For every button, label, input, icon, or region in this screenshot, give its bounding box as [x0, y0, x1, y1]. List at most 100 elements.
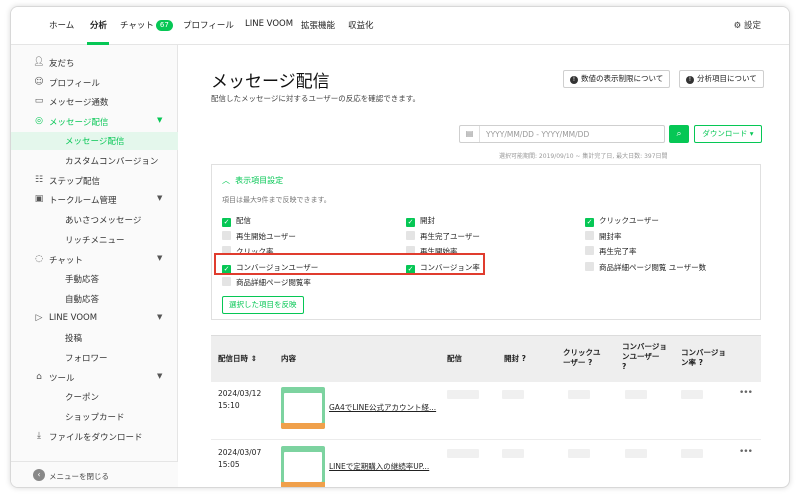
checkbox-play-complete-users[interactable]: 再生完了ユーザー	[406, 231, 480, 242]
checkbox-play-complete-rate[interactable]: 再生完了率	[585, 246, 637, 257]
sidebar-subitem-message-delivery[interactable]: メッセージ配信	[11, 132, 178, 150]
header-line: コンバージョ	[622, 342, 667, 351]
sidebar-item-step-delivery[interactable]: ☷ ステップ配信	[11, 172, 178, 190]
more-options-icon[interactable]: •••	[739, 447, 753, 457]
info-icon: !	[686, 76, 694, 84]
tab-profile[interactable]: プロフィール	[183, 19, 234, 31]
sidebar-subitem-custom-conversion[interactable]: カスタムコンバージョン	[11, 152, 178, 170]
sidebar-item-line-voom[interactable]: ▷ LINE VOOM ▼	[11, 310, 178, 328]
sidebar-item-message-delivery[interactable]: ◎ メッセージ配信 ▼	[11, 113, 178, 131]
settings-link[interactable]: ⚙ 設定	[734, 19, 761, 31]
sidebar-item-label: トークルーム管理	[49, 196, 117, 206]
sidebar-subitem-coupons[interactable]: クーポン	[11, 388, 178, 406]
checkbox-click-users[interactable]: ✓ クリックユーザー	[585, 215, 659, 227]
column-header-content: 内容	[281, 354, 296, 363]
sidebar-item-label: チャット	[49, 256, 83, 266]
checkbox-play-start-users[interactable]: 再生開始ユーザー	[222, 231, 296, 242]
redacted-value	[447, 390, 479, 399]
message-title-link[interactable]: LINEで定期購入の継続率UP...	[329, 461, 429, 472]
checkmark-icon: ✓	[585, 218, 594, 227]
sidebar-subitem-rich-menu[interactable]: リッチメニュー	[11, 231, 178, 249]
checkbox-open[interactable]: ✓ 開封	[406, 215, 435, 227]
checkbox-label: 配信	[236, 216, 251, 225]
chat-count-badge: 67	[155, 20, 173, 31]
row-time: 15:05	[218, 460, 240, 469]
column-header-conversion-users: コンバージョ ンユーザー?	[622, 342, 667, 372]
tab-monetization[interactable]: 収益化	[348, 19, 374, 31]
download-button[interactable]: ダウンロード ▾	[694, 125, 762, 143]
header-line: ン率 ?	[681, 358, 703, 367]
message-title-link[interactable]: GA4でLINE公式アカウント経...	[329, 402, 436, 413]
sidebar-item-profile[interactable]: ☺ プロフィール	[11, 74, 178, 92]
checkbox-box	[406, 231, 415, 240]
checkmark-icon: ✓	[222, 218, 231, 227]
tab-extensions[interactable]: 拡張機能	[301, 19, 335, 31]
sidebar-item-download-files[interactable]: ⤓ ファイルをダウンロード	[11, 428, 178, 446]
step-icon: ☷	[34, 175, 44, 185]
apply-selection-button[interactable]: 選択した項目を反映	[222, 296, 304, 314]
sidebar-item-talk-room[interactable]: ▣ トークルーム管理 ▼	[11, 191, 178, 209]
tab-line-voom[interactable]: LINE VOOM	[245, 19, 293, 29]
analytics-items-info-button[interactable]: ! 分析項目について	[679, 70, 764, 88]
sidebar-item-friends[interactable]: 👤︎ 友だち	[11, 54, 178, 72]
tab-analytics[interactable]: 分析	[90, 19, 107, 31]
table-row[interactable]: 2024/03/12 15:10 GA4でLINE公式アカウント経... •••	[211, 382, 761, 440]
column-header-date[interactable]: 配信日時 ⇕	[218, 354, 257, 364]
chevron-up-icon: ︿	[222, 176, 230, 185]
button-label: 数値の表示制限について	[581, 74, 664, 83]
header-line: ?	[622, 362, 627, 371]
sidebar-item-label: ファイルをダウンロード	[49, 433, 143, 443]
sidebar-item-message-count[interactable]: ▭ メッセージ通数	[11, 93, 178, 111]
sidebar-subitem-manual-reply[interactable]: 手動応答	[11, 270, 178, 288]
chevron-down-icon: ▼	[157, 194, 163, 202]
message-thumbnail[interactable]	[281, 446, 325, 487]
profile-icon: ☺	[34, 77, 44, 87]
messages-table: 配信日時 ⇕ 内容 配信 開封 ? クリックユ ーザー ? コンバージョ ンユーザー…	[211, 335, 761, 487]
app-window: ホーム 分析 チャット 67 プロフィール LINE VOOM 拡張機能 収益化 …	[10, 6, 790, 488]
sidebar-item-chat[interactable]: ◌ チャット ▼	[11, 251, 178, 269]
table-header: 配信日時 ⇕ 内容 配信 開封 ? クリックユ ーザー ? コンバージョ ンユーザー…	[211, 335, 761, 382]
sidebar-subitem-posts[interactable]: 投稿	[11, 329, 178, 347]
main-content: メッセージ配信 配信したメッセージに対するユーザーの反応を確認できます。 ! 数値…	[179, 45, 789, 487]
sidebar-item-label: メッセージ通数	[49, 98, 109, 108]
message-thumbnail[interactable]	[281, 387, 325, 429]
sidebar-subitem-auto-reply[interactable]: 自動応答	[11, 290, 178, 308]
checkbox-product-view-users[interactable]: 商品詳細ページ閲覧 ユーザー数	[585, 262, 706, 273]
sidebar-item-label: あいさつメッセージ	[65, 216, 142, 226]
checkbox-label: 再生完了率	[599, 247, 637, 256]
info-icon: !	[570, 76, 578, 84]
checkbox-label: 開封	[420, 216, 435, 225]
checkbox-label: 再生開始ユーザー	[236, 232, 296, 241]
redacted-value	[625, 390, 647, 399]
checkbox-delivery[interactable]: ✓ 配信	[222, 215, 251, 227]
person-add-icon: 👤︎	[33, 57, 45, 67]
table-row[interactable]: 2024/03/07 15:05 LINEで定期購入の継続率UP... •••	[211, 441, 761, 487]
tab-chat[interactable]: チャット 67	[120, 19, 173, 31]
sidebar-subitem-greeting[interactable]: あいさつメッセージ	[11, 211, 178, 229]
sidebar-item-tools[interactable]: ⌂ ツール ▼	[11, 369, 178, 387]
sidebar-subitem-shop-card[interactable]: ショップカード	[11, 408, 178, 426]
date-range-input[interactable]: ▤ YYYY/MM/DD - YYYY/MM/DD	[459, 125, 665, 143]
checkbox-label: 再生完了ユーザー	[420, 232, 480, 241]
download-icon: ⤓	[37, 431, 41, 441]
checkbox-open-rate[interactable]: 開封率	[585, 231, 622, 242]
display-settings-toggle[interactable]: ︿ 表示項目設定	[222, 175, 283, 186]
redacted-value	[681, 449, 703, 458]
display-limit-info-button[interactable]: ! 数値の表示制限について	[563, 70, 671, 88]
sidebar-subitem-followers[interactable]: フォロワー	[11, 349, 178, 367]
sidebar-item-label: プロフィール	[49, 79, 100, 89]
row-date: 2024/03/12	[218, 389, 262, 398]
room-icon: ▣	[34, 194, 44, 204]
search-icon: ⌕	[676, 129, 682, 139]
page-title: メッセージ配信	[211, 72, 330, 92]
close-menu-label: メニューを閉じる	[49, 472, 109, 481]
row-time: 15:10	[218, 401, 240, 410]
checkbox-label: 開封率	[599, 232, 622, 241]
more-options-icon[interactable]: •••	[739, 388, 753, 398]
chevron-down-icon: ▼	[157, 116, 163, 124]
close-menu-button[interactable]: ‹ メニューを閉じる	[11, 461, 178, 487]
column-header-conversion-rate: コンバージョ ン率 ?	[681, 348, 726, 368]
search-button[interactable]: ⌕	[669, 125, 689, 143]
checkbox-product-view-rate[interactable]: 商品詳細ページ閲覧率	[222, 277, 311, 288]
tab-home[interactable]: ホーム	[49, 19, 74, 31]
